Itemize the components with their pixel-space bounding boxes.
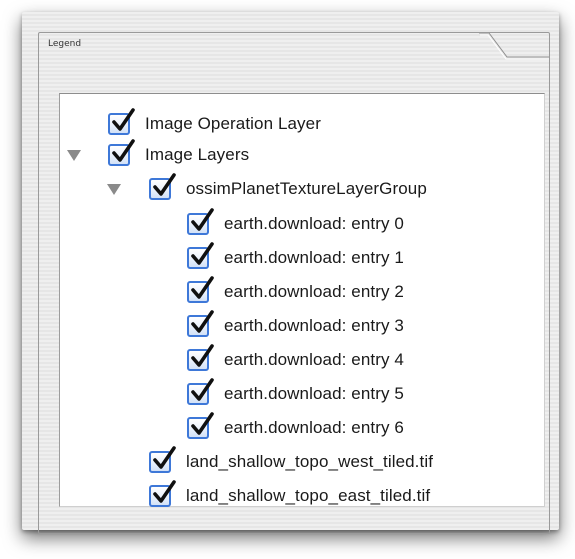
legend-title: Legend — [48, 39, 82, 49]
tree-row-entry-3[interactable]: earth.download: entry 3 — [187, 310, 404, 342]
checkbox-checked-icon[interactable] — [187, 208, 214, 235]
checkbox-checked-icon[interactable] — [187, 344, 214, 371]
legend-window: Legend Image Operation Layer Image Layer… — [22, 12, 559, 534]
tree-item-label: earth.download: entry 4 — [224, 350, 404, 369]
tree-row-entry-0[interactable]: earth.download: entry 0 — [187, 208, 404, 240]
checkbox-checked-icon[interactable] — [187, 310, 214, 337]
tree-item-label: Image Operation Layer — [145, 114, 321, 133]
checkbox-checked-icon[interactable] — [149, 446, 176, 473]
tree-row-entry-5[interactable]: earth.download: entry 5 — [187, 378, 404, 410]
disclosure-triangle-down-icon[interactable] — [107, 184, 121, 195]
checkbox-checked-icon[interactable] — [149, 173, 176, 200]
tree-row-west-tiled[interactable]: land_shallow_topo_west_tiled.tif — [149, 446, 433, 478]
checkbox-checked-icon[interactable] — [187, 412, 214, 439]
legend-tab-outline — [479, 33, 549, 60]
screenshot-page: Legend Image Operation Layer Image Layer… — [0, 0, 575, 559]
checkbox-checked-icon[interactable] — [187, 378, 214, 405]
tree-row-texture-layer-group[interactable]: ossimPlanetTextureLayerGroup — [149, 173, 427, 205]
checkbox-checked-icon[interactable] — [108, 108, 135, 135]
tree-item-label: earth.download: entry 5 — [224, 384, 404, 403]
tree-row-entry-1[interactable]: earth.download: entry 1 — [187, 242, 404, 274]
tree-row-image-layers[interactable]: Image Layers — [108, 139, 249, 171]
tree-row-entry-6[interactable]: earth.download: entry 6 — [187, 412, 404, 444]
tree-row-entry-4[interactable]: earth.download: entry 4 — [187, 344, 404, 376]
tree-item-label: Image Layers — [145, 145, 250, 164]
tree-item-label: land_shallow_topo_east_tiled.tif — [186, 486, 431, 505]
tree-item-label: earth.download: entry 6 — [224, 418, 404, 437]
checkbox-checked-icon[interactable] — [187, 242, 214, 269]
tree-item-label: earth.download: entry 2 — [224, 282, 404, 301]
checkbox-checked-icon[interactable] — [108, 139, 135, 166]
tree-row-image-operation-layer[interactable]: Image Operation Layer — [108, 108, 321, 140]
tree-item-label: ossimPlanetTextureLayerGroup — [186, 179, 427, 198]
disclosure-triangle-down-icon[interactable] — [67, 150, 81, 161]
tree-row-entry-2[interactable]: earth.download: entry 2 — [187, 276, 404, 308]
tree-item-label: earth.download: entry 3 — [224, 316, 404, 335]
layer-tree[interactable]: Image Operation Layer Image Layers ossim… — [59, 93, 545, 507]
checkbox-checked-icon[interactable] — [149, 480, 176, 507]
tree-row-east-tiled[interactable]: land_shallow_topo_east_tiled.tif — [149, 480, 430, 512]
tree-item-label: earth.download: entry 0 — [224, 214, 404, 233]
tree-item-label: earth.download: entry 1 — [224, 248, 404, 267]
tree-item-label: land_shallow_topo_west_tiled.tif — [186, 452, 434, 471]
checkbox-checked-icon[interactable] — [187, 276, 214, 303]
